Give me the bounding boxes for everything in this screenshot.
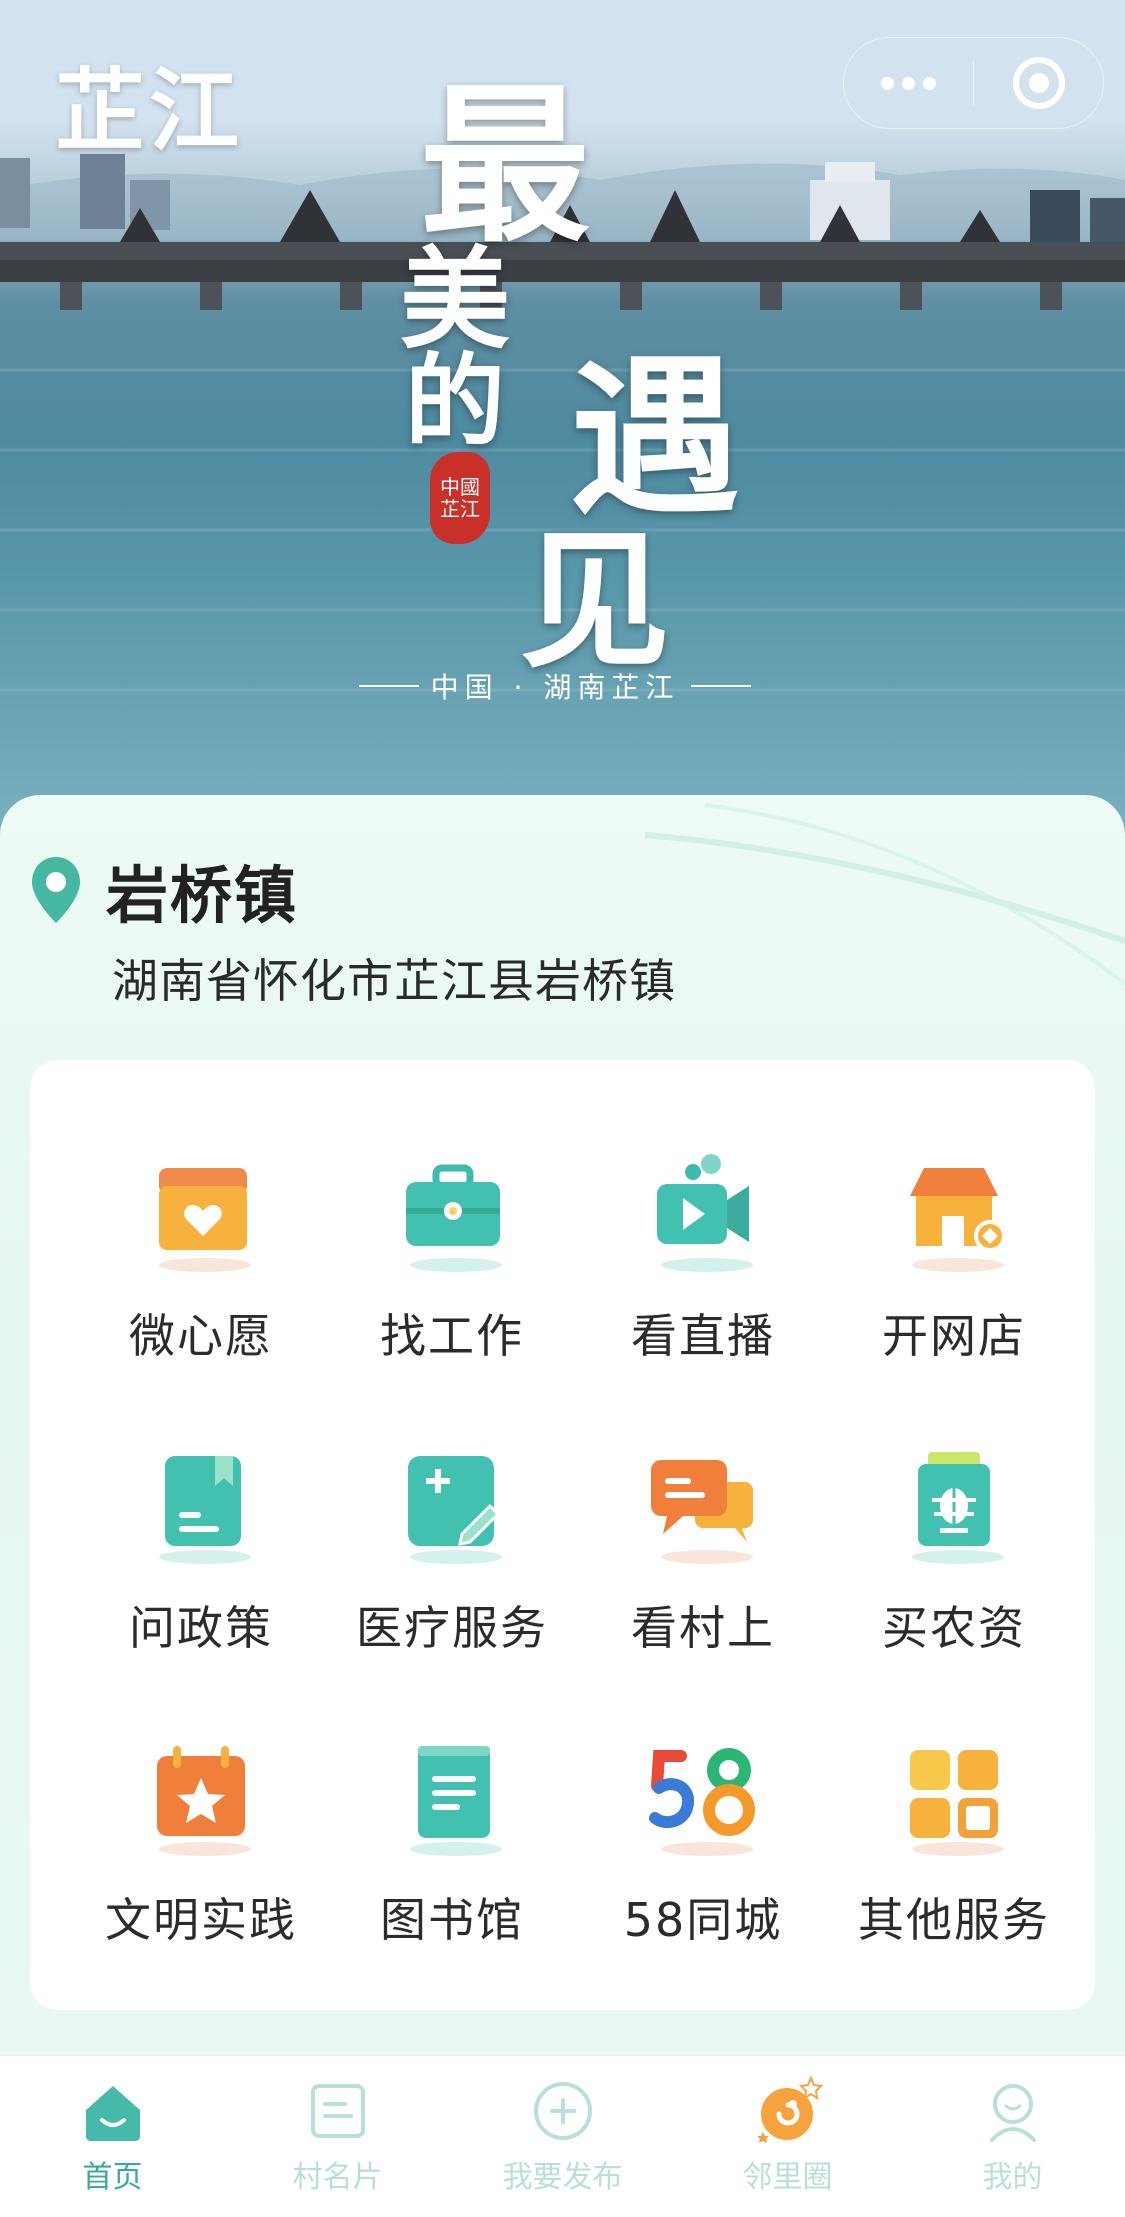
service-village[interactable]: 看村上 (577, 1352, 829, 1655)
service-live[interactable]: 看直播 (577, 1060, 829, 1363)
chat-bubbles-icon (651, 1460, 753, 1542)
banner-subtitle: 中国 · 湖南芷江 (350, 666, 760, 706)
tab-profile[interactable]: 我的 (900, 2056, 1125, 2217)
service-other[interactable]: 其他服务 (828, 1644, 1080, 1947)
service-agri[interactable]: 买农资 (828, 1352, 1080, 1655)
mini-program-capsule (843, 37, 1104, 129)
service-wish[interactable]: 微心愿 (75, 1060, 327, 1363)
tab-publish[interactable]: 我要发布 (450, 2056, 675, 2217)
bottom-tab-bar: 首页 村名片 我要发布 邻里圈 我的 (0, 2055, 1125, 2217)
tab-village-card[interactable]: 村名片 (225, 2056, 450, 2217)
hero-banner: 芷江 最 美 的 遇 见 中國芷江 中国 · 湖南芷江 (0, 0, 1125, 840)
service-medical[interactable]: 医疗服务 (326, 1352, 578, 1655)
banner-subtitle-text: 中国 · 湖南芷江 (430, 671, 680, 704)
app-title: 芷江 (55, 59, 243, 164)
wish-box-icon (159, 1168, 247, 1250)
calligraphy-char: 见 (520, 513, 671, 689)
decorative-swoosh (645, 803, 1125, 987)
close-button[interactable] (974, 37, 1103, 129)
services-card: 微心愿 找工作 看直播 开网店 问政策 医疗服务 看村上 买农资 文明实践 图书… (30, 1060, 1095, 2010)
grid-apps-icon (910, 1750, 998, 1838)
town-name: 岩桥镇 (106, 859, 299, 932)
service-shop[interactable]: 开网店 (828, 1060, 1080, 1363)
service-label: 文明实践 (105, 1893, 297, 1947)
home-icon (85, 2086, 140, 2141)
profile-icon (989, 2084, 1036, 2142)
location-header[interactable]: 岩桥镇 (30, 845, 298, 935)
library-book-icon (418, 1746, 490, 1838)
service-58[interactable]: 58同城 (577, 1644, 829, 1947)
location-pin-icon (32, 857, 80, 923)
neighbor-circle-icon (756, 2076, 823, 2143)
video-camera-icon (657, 1154, 749, 1244)
red-seal-stamp: 中國芷江 (430, 452, 490, 544)
village-card-icon (310, 2084, 365, 2138)
tab-label: 邻里圈 (742, 2160, 833, 2195)
tab-neighbor-circle[interactable]: 邻里圈 (675, 2056, 900, 2217)
service-label: 58同城 (623, 1893, 783, 1947)
more-button[interactable] (844, 37, 973, 129)
tab-home[interactable]: 首页 (0, 2056, 225, 2217)
briefcase-icon (406, 1164, 500, 1246)
town-address: 湖南省怀化市芷江县岩桥镇 (112, 954, 676, 1008)
calligraphy-char: 的 (405, 342, 505, 460)
shop-icon (910, 1168, 1006, 1252)
service-civilization[interactable]: 文明实践 (75, 1644, 327, 1947)
service-jobs[interactable]: 找工作 (326, 1060, 578, 1363)
58-logo-icon (649, 1748, 755, 1836)
tab-label: 村名片 (292, 2160, 383, 2195)
service-library[interactable]: 图书馆 (326, 1644, 578, 1947)
policy-book-icon (165, 1456, 241, 1546)
services-grid: 微心愿 找工作 看直播 开网店 问政策 医疗服务 看村上 买农资 文明实践 图书… (30, 1060, 1095, 2010)
service-policy[interactable]: 问政策 (75, 1352, 327, 1655)
tab-label: 我的 (982, 2160, 1043, 2195)
tab-label: 首页 (82, 2160, 143, 2195)
subtitle-rule (691, 685, 752, 687)
calendar-star-icon (157, 1746, 245, 1836)
service-label: 其他服务 (858, 1893, 1050, 1947)
more-dots-icon (881, 76, 936, 90)
tab-label: 我要发布 (502, 2160, 623, 2195)
service-label: 图书馆 (380, 1893, 524, 1947)
agri-supplies-icon (918, 1452, 990, 1546)
target-close-icon (1012, 57, 1065, 109)
subtitle-rule (358, 685, 419, 687)
publish-plus-icon (533, 2082, 592, 2140)
medical-note-icon (408, 1456, 501, 1546)
